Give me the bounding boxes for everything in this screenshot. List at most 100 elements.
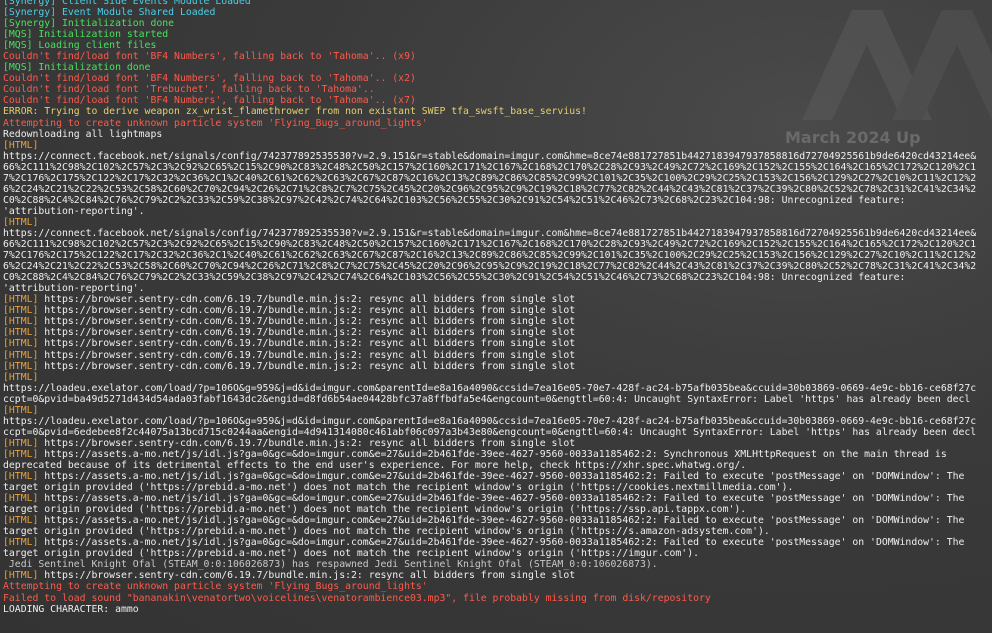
console-line: [HTML] https://browser.sentry-cdn.com/6.… — [3, 305, 992, 316]
console-line: C0%2C88%2C4%2C84%2C76%2C79%2C2%2C33%2C59… — [3, 195, 992, 206]
console-line-text: https://assets.a-mo.net/js/idl.js?ga=0&g… — [38, 448, 947, 460]
console-line-text: https://browser.sentry-cdn.com/6.19.7/bu… — [38, 570, 576, 582]
console-line-text: Attempting to create unknown particle sy… — [3, 581, 428, 593]
console-line-text: [HTML] — [3, 216, 39, 228]
console-line-text: deprecated because of its detrimental ef… — [3, 459, 747, 471]
html-tag-prefix: [HTML] — [3, 570, 39, 582]
console-line: [HTML] https://assets.a-mo.net/js/idl.js… — [3, 537, 992, 548]
console-line: Couldn't find/load font 'BF4 Numbers', f… — [3, 95, 992, 106]
console-line-text: C0%2C88%2C4%2C84%2C76%2C79%2C2%2C33%2C59… — [3, 194, 906, 206]
console-line: [HTML] https://browser.sentry-cdn.com/6.… — [3, 338, 992, 349]
console-line: 6%2C24%2C21%2C22%2C53%2C58%2C60%2C70%2C9… — [3, 261, 992, 272]
console-line: https://loadeu.exelator.com/load/?p=106O… — [3, 416, 992, 427]
console-line-text: Couldn't find/load font 'BF4 Numbers', f… — [3, 95, 416, 107]
console-line-text: https://assets.a-mo.net/js/idl.js?ga=0&g… — [38, 537, 965, 549]
html-tag-prefix: [HTML] — [3, 338, 39, 350]
console-line: 6%2C24%2C21%2C22%2C53%2C58%2C60%2C70%2C9… — [3, 184, 992, 195]
console-line: Attempting to create unknown particle sy… — [3, 118, 992, 129]
console-line: 7%2C176%2C175%2C122%2C17%2C32%2C36%2C1%2… — [3, 250, 992, 261]
console-line-text: target origin provided ('https://prebid.… — [3, 548, 699, 560]
console-line-text: https://browser.sentry-cdn.com/6.19.7/bu… — [38, 327, 576, 339]
console-line: [HTML] https://browser.sentry-cdn.com/6.… — [3, 327, 992, 338]
console-line: Couldn't find/load font 'BF4 Numbers', f… — [3, 51, 992, 62]
console-line-text: Couldn't find/load font 'Trebuchet', fal… — [3, 84, 375, 96]
console-line-text: Attempting to create unknown particle sy… — [3, 117, 428, 129]
console-line: deprecated because of its detrimental ef… — [3, 460, 992, 471]
console-line-text: Jedi Sentinel Knight Ofal (STEAM_0:0:106… — [3, 559, 658, 571]
console-line: [HTML] — [3, 372, 992, 383]
console-line-text: https://browser.sentry-cdn.com/6.19.7/bu… — [38, 305, 576, 317]
html-tag-prefix: [HTML] — [3, 515, 39, 527]
console-line-text: 66%2C111%2C98%2C102%2C57%2C3%2C92%2C65%2… — [3, 239, 977, 251]
console-line-text: https://assets.a-mo.net/js/idl.js?ga=0&g… — [38, 515, 965, 527]
console-line: target origin provided ('https://prebid.… — [3, 548, 992, 559]
console-line: [HTML] https://browser.sentry-cdn.com/6.… — [3, 316, 992, 327]
console-line: [HTML] https://browser.sentry-cdn.com/6.… — [3, 570, 992, 581]
console-line: [HTML] https://browser.sentry-cdn.com/6.… — [3, 438, 992, 449]
console-line: C0%2C88%2C4%2C84%2C76%2C79%2C2%2C33%2C59… — [3, 272, 992, 283]
console-line: LOADING CHARACTER: ammo — [3, 604, 992, 615]
console-line-text: https://loadeu.exelator.com/load/?p=106O… — [3, 415, 977, 427]
console-line: ccpt=0&pvid=ba49d5271d434d54ada03fabf164… — [3, 394, 992, 405]
console-line-text: ccpt=0&pvid=6edebee8f2c44075a13bcd715c02… — [3, 426, 977, 438]
console-line: https://connect.facebook.net/signals/con… — [3, 228, 992, 239]
console-line-text: https://assets.a-mo.net/js/idl.js?ga=0&g… — [38, 493, 965, 505]
console-line: target origin provided ('https://prebid.… — [3, 504, 992, 515]
html-tag-prefix: [HTML] — [3, 294, 39, 306]
console-line: [MQS] Loading client files — [3, 40, 992, 51]
console-line-text: https://browser.sentry-cdn.com/6.19.7/bu… — [38, 294, 576, 306]
console-line: Attempting to create unknown particle sy… — [3, 581, 992, 592]
console-line-text: https://browser.sentry-cdn.com/6.19.7/bu… — [38, 349, 576, 361]
console-line: ccpt=0&pvid=6edebee8f2c44075a13bcd715c02… — [3, 427, 992, 438]
console-line: 7%2C176%2C175%2C122%2C17%2C32%2C36%2C1%2… — [3, 173, 992, 184]
console-line: 66%2C111%2C98%2C102%2C57%2C3%2C92%2C65%2… — [3, 239, 992, 250]
console-line-text: [Synergy] Initialization done — [3, 18, 175, 30]
console-line-text: https://browser.sentry-cdn.com/6.19.7/bu… — [38, 316, 576, 328]
html-tag-prefix: [HTML] — [3, 471, 39, 483]
console-line: [HTML] https://browser.sentry-cdn.com/6.… — [3, 350, 992, 361]
console-line: ERROR: Trying to derive weapon zx_wrist_… — [3, 106, 992, 117]
console-line: [HTML] — [3, 140, 992, 151]
html-tag-prefix: [HTML] — [3, 537, 39, 549]
console-line-text: 6%2C24%2C21%2C22%2C53%2C58%2C60%2C70%2C9… — [3, 183, 977, 195]
console-line-text: 'attribution-reporting'. — [3, 283, 145, 295]
console-line-text: target origin provided ('https://prebid.… — [3, 526, 770, 538]
console-line-text: C0%2C88%2C4%2C84%2C76%2C79%2C2%2C33%2C59… — [3, 272, 906, 284]
console-line-text: [MQS] Initialization done — [3, 62, 151, 74]
html-tag-prefix: [HTML] — [3, 316, 39, 328]
console-line: [HTML] https://assets.a-mo.net/js/idl.js… — [3, 449, 992, 460]
console-line-text: [MQS] Initialization started — [3, 29, 169, 41]
console-line: 'attribution-reporting'. — [3, 283, 992, 294]
console-line: [HTML] https://browser.sentry-cdn.com/6.… — [3, 294, 992, 305]
console-line: target origin provided ('https://prebid.… — [3, 526, 992, 537]
html-tag-prefix: [HTML] — [3, 305, 39, 317]
console-line-text: target origin provided ('https://prebid.… — [3, 482, 794, 494]
console-line: [MQS] Initialization started — [3, 29, 992, 40]
console-line: [MQS] Initialization done — [3, 62, 992, 73]
console-line-text: Couldn't find/load font 'BF4 Numbers', f… — [3, 51, 416, 63]
console-line: Couldn't find/load font 'BF4 Numbers', f… — [3, 73, 992, 84]
console-line-text: 7%2C176%2C175%2C122%2C17%2C32%2C36%2C1%2… — [3, 250, 977, 262]
console-line-text: [HTML] — [3, 404, 39, 416]
html-tag-prefix: [HTML] — [3, 437, 39, 449]
console-line: Couldn't find/load font 'Trebuchet', fal… — [3, 84, 992, 95]
console-line: [Synergy] Event Module Shared Loaded — [3, 7, 992, 18]
console-line: [HTML] — [3, 217, 992, 228]
console-line: Jedi Sentinel Knight Ofal (STEAM_0:0:106… — [3, 559, 992, 570]
console-line-text: 66%2C111%2C98%2C102%2C57%2C3%2C92%2C65%2… — [3, 161, 977, 173]
console-line: [HTML] — [3, 405, 992, 416]
console-line-text: [HTML] — [3, 139, 39, 151]
console-line-text: [Synergy] Event Module Shared Loaded — [3, 7, 216, 19]
console-line: [Synergy] Initialization done — [3, 18, 992, 29]
console-line: [HTML] https://browser.sentry-cdn.com/6.… — [3, 361, 992, 372]
console-line: https://connect.facebook.net/signals/con… — [3, 151, 992, 162]
console-line-text: https://assets.a-mo.net/js/idl.js?ga=0&g… — [38, 471, 965, 483]
console-line-text: [HTML] — [3, 371, 39, 383]
console-line-text: 'attribution-reporting'. — [3, 205, 145, 217]
console-line: Redownloading all lightmaps — [3, 129, 992, 140]
console-line-text: 7%2C176%2C175%2C122%2C17%2C32%2C36%2C1%2… — [3, 172, 977, 184]
console-line: 'attribution-reporting'. — [3, 206, 992, 217]
html-tag-prefix: [HTML] — [3, 448, 39, 460]
console-line-text: 6%2C24%2C21%2C22%2C53%2C58%2C60%2C70%2C9… — [3, 261, 977, 273]
console-line: [HTML] https://assets.a-mo.net/js/idl.js… — [3, 471, 992, 482]
